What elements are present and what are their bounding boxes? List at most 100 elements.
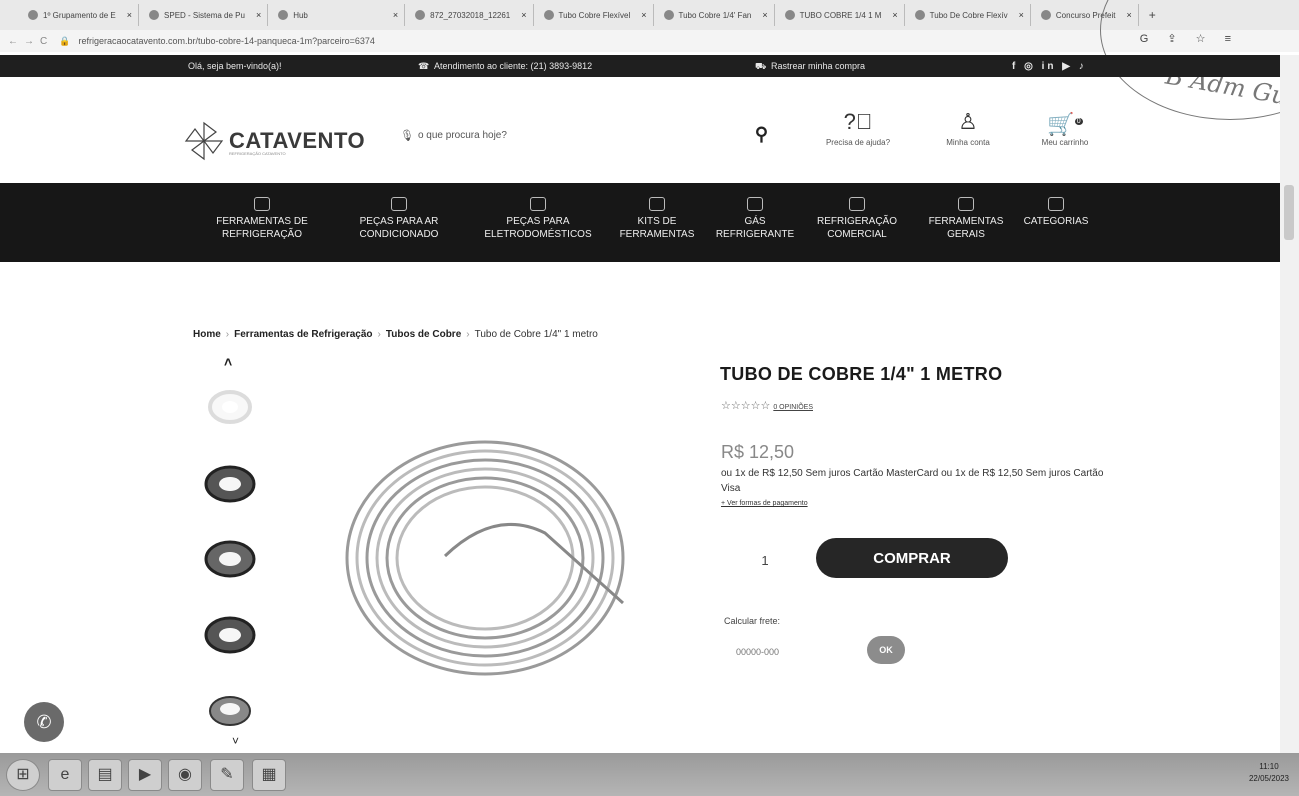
- nav-item-pecas-eletro[interactable]: PEÇAS PARA ELETRODOMÉSTICOS: [480, 197, 596, 241]
- pinwheel-icon: [184, 121, 224, 161]
- search-bar[interactable]: 🎙 o que procura hoje? ⚲: [400, 120, 780, 150]
- freight-ok-button[interactable]: OK: [867, 636, 905, 664]
- reviews-link[interactable]: 0 OPINIÕES: [773, 404, 813, 411]
- product-thumbnail[interactable]: [201, 612, 259, 658]
- browser-tab-active[interactable]: TUBO COBRE 1/4 1 M ×: [779, 4, 905, 26]
- close-icon[interactable]: ×: [521, 10, 526, 20]
- tab-favicon-icon: [278, 10, 289, 20]
- truck-icon: ⛟: [755, 61, 767, 71]
- snowflake-icon: [254, 197, 270, 211]
- tab-favicon-icon: [784, 10, 795, 20]
- close-icon[interactable]: ×: [393, 10, 398, 20]
- product-thumbnail[interactable]: [201, 536, 259, 582]
- nav-item-gas[interactable]: GÁS REFRIGERANTE: [700, 197, 810, 241]
- user-icon: ♙: [958, 109, 978, 134]
- customer-service-text[interactable]: Atendimento ao cliente: (21) 3893-9812: [434, 61, 592, 71]
- close-icon[interactable]: ×: [641, 10, 646, 20]
- star-icons: ☆☆☆☆☆: [721, 400, 771, 412]
- close-icon[interactable]: ×: [762, 10, 767, 20]
- phone-icon: ☎: [418, 61, 430, 71]
- cart-icon: 🛒 0: [1047, 111, 1083, 137]
- nav-item-ferramentas-gerais[interactable]: FERRAMENTAS GERAIS: [922, 197, 1010, 241]
- browser-tab[interactable]: SPED - Sistema de Pu ×: [143, 4, 269, 26]
- breadcrumb-home[interactable]: Home: [193, 329, 221, 340]
- track-order-link[interactable]: Rastrear minha compra: [771, 61, 865, 71]
- washer-icon: [530, 197, 546, 211]
- microphone-icon[interactable]: 🎙: [400, 129, 414, 142]
- product-price: R$ 12,50: [721, 442, 795, 462]
- nav-item-kits[interactable]: KITS DE FERRAMENTAS: [614, 197, 700, 241]
- close-icon[interactable]: ×: [1019, 10, 1024, 20]
- url-field[interactable]: refrigeracaocatavento.com.br/tubo-cobre-…: [78, 36, 374, 46]
- product-thumbnail[interactable]: [201, 461, 259, 507]
- greeting-text: Olá, seja bem-vindo(a)!: [188, 61, 282, 71]
- chevron-up-icon[interactable]: ˄: [224, 354, 232, 370]
- breadcrumb-tubos[interactable]: Tubos de Cobre: [386, 329, 461, 340]
- cart-button[interactable]: 🛒 0 Meu carrinho: [1020, 108, 1110, 147]
- tab-favicon-icon: [28, 10, 38, 20]
- browser-tab[interactable]: Tubo Cobre 1/4' Fan ×: [658, 4, 775, 26]
- whatsapp-icon[interactable]: ✆: [24, 702, 64, 742]
- cep-input[interactable]: [722, 641, 862, 663]
- buy-button[interactable]: COMPRAR: [816, 538, 1008, 578]
- tab-favicon-icon: [914, 10, 925, 20]
- breadcrumb: Home › Ferramentas de Refrigeração › Tubos d…: [193, 329, 598, 340]
- folder-icon[interactable]: ▤: [88, 759, 122, 791]
- drill-icon: [958, 197, 974, 211]
- browser-tab[interactable]: 872_27032018_12261 ×: [409, 4, 534, 26]
- gas-cylinder-icon: [747, 197, 763, 211]
- browser-tab[interactable]: 1º Grupamento de E ×: [22, 4, 140, 26]
- catavento-logo[interactable]: CATAVENTO REFRIGERAÇÃO CATAVENTO: [183, 120, 365, 162]
- top-info-bar: Olá, seja bem-vindo(a)! ☎ Atendimento ao…: [0, 55, 1280, 77]
- grid-icon: [1048, 197, 1064, 211]
- category-nav: FERRAMENTAS DE REFRIGERAÇÃO PEÇAS PARA A…: [0, 183, 1280, 262]
- help-button[interactable]: ?⃝ Precisa de ajuda?: [813, 108, 903, 147]
- ie-icon[interactable]: e: [48, 759, 82, 791]
- breadcrumb-ferramentas[interactable]: Ferramentas de Refrigeração: [234, 329, 372, 340]
- product-main-image[interactable]: [345, 438, 635, 678]
- chevron-right-icon: ›: [377, 329, 381, 340]
- product-thumbnail[interactable]: [201, 688, 259, 734]
- chevron-right-icon: ›: [466, 329, 470, 340]
- payment-methods-link[interactable]: + Ver formas de pagamento: [721, 500, 808, 507]
- chevron-down-icon[interactable]: ˅: [232, 734, 239, 748]
- browser-tab[interactable]: Hub ×: [272, 4, 406, 26]
- question-icon: ?⃝: [843, 109, 873, 134]
- chrome-icon[interactable]: ◉: [168, 759, 202, 791]
- product-thumbnail[interactable]: [201, 384, 259, 430]
- start-button[interactable]: ⊞: [6, 759, 40, 791]
- search-icon[interactable]: ⚲: [755, 124, 768, 145]
- search-input[interactable]: o que procura hoje?: [418, 130, 507, 141]
- close-icon[interactable]: ×: [256, 10, 261, 20]
- media-player-icon[interactable]: ▶: [128, 759, 162, 791]
- close-icon[interactable]: ×: [892, 10, 897, 20]
- social-icons[interactable]: f ◎ in ▶ ♪: [1012, 61, 1087, 72]
- nav-item-ferramentas-refrigeracao[interactable]: FERRAMENTAS DE REFRIGERAÇÃO: [214, 197, 310, 241]
- nav-item-categorias[interactable]: CATEGORIAS: [1018, 197, 1094, 228]
- tab-favicon-icon: [415, 10, 426, 20]
- fridge-icon: [849, 197, 865, 211]
- lock-icon: 🔒: [59, 35, 71, 46]
- cart-count-badge: 0: [1074, 118, 1083, 125]
- system-clock[interactable]: 11:10 22/05/2023: [1249, 761, 1289, 785]
- tab-favicon-icon: [543, 10, 554, 20]
- tab-favicon-icon: [1040, 10, 1051, 20]
- app-icon[interactable]: ✎: [210, 759, 244, 791]
- nav-item-refrigeracao-comercial[interactable]: REFRIGERAÇÃO COMERCIAL: [812, 197, 902, 241]
- nav-item-pecas-ar[interactable]: PEÇAS PARA AR CONDICIONADO: [354, 197, 444, 241]
- air-conditioner-icon: [391, 197, 407, 211]
- close-icon[interactable]: ×: [127, 10, 132, 20]
- breadcrumb-current: Tubo de Cobre 1/4" 1 metro: [474, 329, 598, 340]
- quantity-input[interactable]: [740, 548, 790, 572]
- windows-taskbar: ⊞ e ▤ ▶ ◉ ✎ ▦ 11:10 22/05/2023: [0, 753, 1299, 796]
- back-forward-reload-icon[interactable]: ←→C: [8, 36, 53, 47]
- document-icon[interactable]: ▦: [252, 759, 286, 791]
- page-scrollbar[interactable]: [1280, 55, 1299, 753]
- product-title: TUBO DE COBRE 1/4" 1 METRO: [720, 364, 1003, 384]
- installments-text: ou 1x de R$ 12,50 Sem juros Cartão Maste…: [721, 468, 1104, 494]
- account-button[interactable]: ♙ Minha conta: [923, 108, 1013, 147]
- browser-tab[interactable]: Tubo Cobre Flexível ×: [538, 4, 654, 26]
- scrollbar-thumb[interactable]: [1284, 185, 1294, 240]
- tab-favicon-icon: [663, 10, 674, 20]
- browser-tab[interactable]: Tubo De Cobre Flexív ×: [909, 4, 1031, 26]
